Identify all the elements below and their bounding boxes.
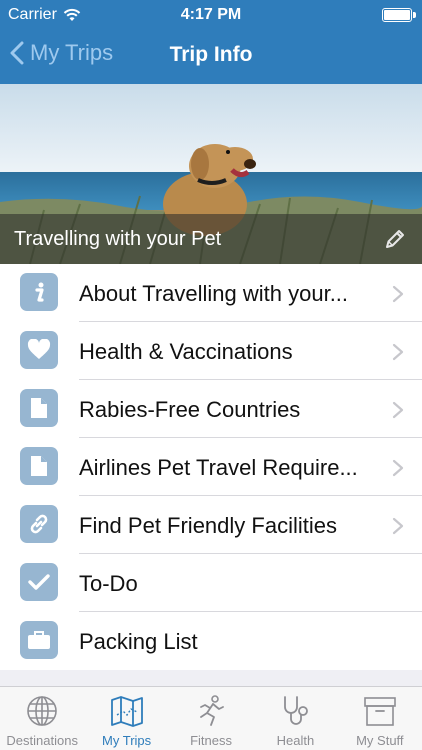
list-item-airlines-pet-travel[interactable]: Airlines Pet Travel Require... (0, 438, 422, 496)
list-item-label: To-Do (79, 571, 138, 596)
tab-label: Destinations (6, 733, 78, 748)
tab-my-stuff[interactable]: My Stuff (338, 687, 422, 750)
list-item-label: Rabies-Free Countries (79, 397, 301, 422)
chevron-right-icon (392, 401, 404, 419)
navigation-bar: My Trips Trip Info (0, 30, 422, 84)
hero-title: Travelling with your Pet (14, 228, 222, 250)
suitcase-icon (20, 621, 58, 659)
hero-banner: Travelling with your Pet (0, 84, 422, 264)
document-icon (20, 447, 58, 485)
pencil-icon (386, 230, 404, 248)
list-item-label: About Travelling with your... (79, 281, 349, 306)
list-item-label: Health & Vaccinations (79, 339, 293, 364)
info-icon (20, 273, 58, 311)
page-title: Trip Info (169, 43, 253, 66)
list-footer-spacer (0, 670, 422, 686)
hero-caption-bar: Travelling with your Pet (0, 214, 422, 264)
list-item-label: Find Pet Friendly Facilities (79, 513, 337, 538)
tab-health[interactable]: Health (253, 687, 337, 750)
battery-icon (382, 8, 416, 22)
chevron-right-icon (392, 343, 404, 361)
chevron-right-icon (392, 517, 404, 535)
list-item-rabies-free-countries[interactable]: Rabies-Free Countries (0, 380, 422, 438)
tab-fitness[interactable]: Fitness (169, 687, 253, 750)
chevron-right-icon (392, 285, 404, 303)
list-item-label: Packing List (79, 629, 198, 654)
tab-destinations[interactable]: Destinations (0, 687, 84, 750)
list-item-about-travelling[interactable]: About Travelling with your... (0, 264, 422, 322)
top-bar: Carrier 4:17 PM My Trips Trip Info (0, 0, 422, 84)
heart-icon (20, 331, 58, 369)
stethoscope-icon (284, 696, 309, 725)
map-icon (110, 696, 143, 727)
document-icon (20, 389, 58, 427)
globe-icon (27, 696, 58, 726)
chevron-right-icon (392, 459, 404, 477)
list-item-find-pet-friendly-facilities[interactable]: Find Pet Friendly Facilities (0, 496, 422, 554)
tab-bar: Destinations My Trips Fitness Health My … (0, 686, 422, 750)
trip-info-list: About Travelling with your... Health & V… (0, 264, 422, 670)
clock: 4:17 PM (180, 6, 242, 23)
tab-label: My Trips (102, 733, 152, 748)
list-item-packing-list[interactable]: Packing List (0, 612, 422, 670)
archive-box-icon (364, 697, 396, 726)
link-icon (20, 505, 58, 543)
list-item-health-vaccinations[interactable]: Health & Vaccinations (0, 322, 422, 380)
checkmark-icon (20, 563, 58, 601)
status-bar: Carrier 4:17 PM (0, 0, 422, 30)
tab-my-trips[interactable]: My Trips (84, 687, 168, 750)
runner-icon (200, 695, 224, 726)
tab-label: Health (276, 733, 315, 748)
list-item-label: Airlines Pet Travel Require... (79, 455, 358, 480)
tab-label: My Stuff (356, 733, 404, 748)
list-item-to-do[interactable]: To-Do (0, 554, 422, 612)
edit-button[interactable] (382, 226, 408, 252)
tab-label: Fitness (190, 733, 232, 748)
